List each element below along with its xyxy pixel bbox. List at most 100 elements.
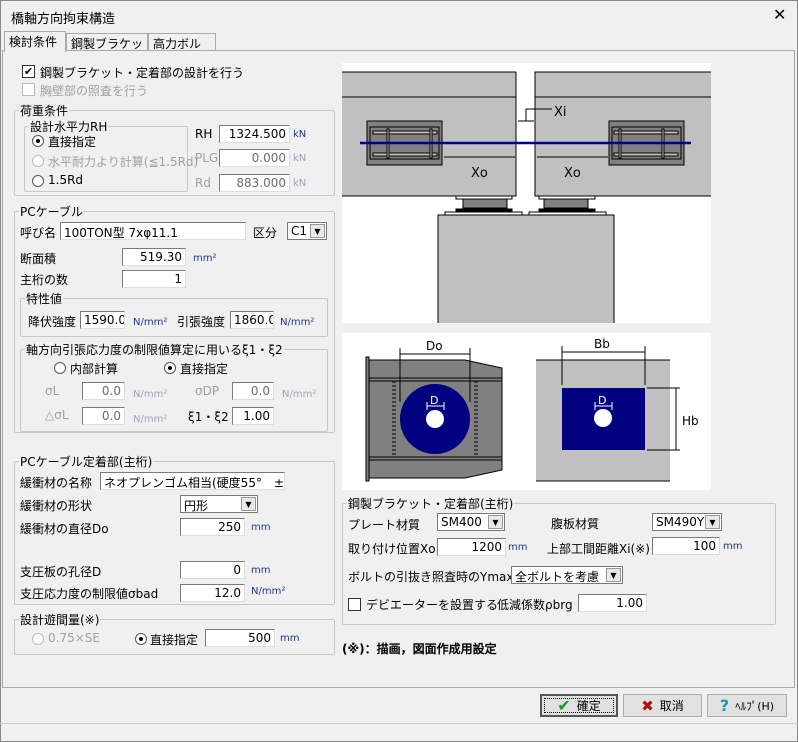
- web-select[interactable]: SM490Y ▼: [652, 513, 722, 531]
- xi-group-title: 軸方向引張応力度の制限値算定に用いるξ1・ξ2: [25, 341, 284, 358]
- design-bracket-label: 鋼製ブラケット・定着部の設計を行う: [40, 66, 245, 80]
- ymax-select[interactable]: 全ボルトを考慮 ▼: [511, 566, 623, 584]
- help-button[interactable]: ? ﾍﾙﾌﾟ(H): [707, 694, 787, 717]
- cable-name-input[interactable]: 100TON型 7xφ11.1: [60, 222, 246, 240]
- load-group-title: 荷重条件: [19, 102, 70, 119]
- rh-capacity-radio[interactable]: [32, 155, 44, 167]
- rho-input[interactable]: 1.00: [578, 594, 647, 612]
- internal-calc-radio[interactable]: [54, 362, 66, 374]
- plg-unit: kN: [293, 153, 307, 164]
- do-unit: mm: [251, 522, 271, 533]
- window-title: 橋軸方向拘束構造: [11, 12, 116, 27]
- tab-hs-bolt[interactable]: 高力ボルト: [148, 33, 216, 68]
- rh-input[interactable]: 1324.500: [219, 125, 290, 143]
- d-label-left: D: [430, 394, 438, 407]
- deviator-label: デビエーターを設置する: [366, 598, 499, 612]
- tensile-unit: N/mm²: [280, 317, 315, 328]
- plate-label: プレート材質: [348, 518, 421, 532]
- hole-unit: mm: [251, 565, 271, 576]
- xi-label-diagram: Xi: [554, 105, 567, 120]
- anchor-title: PCケーブル定着部(主桁): [19, 453, 154, 470]
- bb-label: Bb: [594, 337, 610, 351]
- gap-direct-radio[interactable]: [135, 633, 147, 645]
- pier: [437, 214, 615, 323]
- tab-steel-bracket[interactable]: 鋼製ブラケット: [66, 33, 148, 68]
- rd-input[interactable]: 883.000: [219, 174, 290, 192]
- deviator-checkbox[interactable]: [348, 598, 361, 611]
- check-parapet-checkbox[interactable]: [22, 83, 35, 96]
- gap-direct-label: 直接指定: [150, 633, 199, 647]
- chevron-down-icon: ▼: [310, 224, 325, 238]
- design-bracket-checkbox[interactable]: ✔: [22, 65, 35, 78]
- yield-unit: N/mm²: [133, 317, 168, 328]
- do-input[interactable]: 250: [180, 518, 245, 536]
- status-divider: [0, 723, 798, 724]
- xo-left-label: Xo: [471, 166, 488, 181]
- sbad-label: 支圧応力度の制限値σbad: [20, 587, 159, 601]
- xi-direct-label: 直接指定: [180, 362, 229, 376]
- dsigma-l-unit: N/mm²: [133, 414, 168, 425]
- yield-label: 降伏強度: [28, 315, 77, 329]
- yield-input[interactable]: 1590.0: [80, 311, 125, 329]
- sigma-l-input[interactable]: 0.0: [82, 382, 125, 400]
- plate-select[interactable]: SM400 ▼: [437, 513, 505, 531]
- tensile-input[interactable]: 1860.0: [230, 311, 274, 329]
- cushion-name-input[interactable]: ネオプレンゴム相当(硬度55° ±5°: [100, 472, 285, 490]
- sigma-dp-input[interactable]: 0.0: [232, 382, 274, 400]
- do-label: 緩衝材の直径Do: [20, 522, 109, 536]
- sigma-dp-label: σDP: [195, 384, 220, 398]
- plg-input[interactable]: 0.000: [219, 149, 290, 167]
- sigma-dp-unit: N/mm²: [282, 389, 317, 400]
- class-select[interactable]: C1 ▼: [287, 222, 327, 240]
- check-icon: ✔: [557, 696, 571, 715]
- close-icon[interactable]: ✕: [773, 5, 786, 24]
- internal-calc-label: 内部計算: [70, 362, 119, 376]
- xi-dist-input[interactable]: 100: [652, 537, 720, 555]
- rho-label: 低減係数ρbrg: [497, 598, 573, 612]
- gap-title: 設計遊間量(※): [19, 611, 101, 628]
- bracket-title: 鋼製ブラケット・定着部(主桁): [347, 495, 515, 512]
- rh-direct-radio[interactable]: [32, 135, 44, 147]
- ymax-label: ボルトの引抜き照査時のYmax: [348, 570, 514, 584]
- gap-input[interactable]: 500: [205, 629, 275, 647]
- shape-select[interactable]: 円形 ▼: [180, 495, 258, 513]
- xi-input[interactable]: 1.00: [232, 407, 274, 425]
- cancel-button[interactable]: ✖ 取消: [623, 694, 702, 717]
- xi-direct-radio[interactable]: [164, 362, 176, 374]
- sbad-input[interactable]: 12.0: [180, 584, 245, 602]
- ok-button[interactable]: ✔ 確定: [540, 694, 618, 717]
- xo-unit: mm: [508, 542, 528, 553]
- area-input[interactable]: 519.30: [122, 248, 186, 266]
- hole-label: 支圧板の孔径D: [20, 565, 102, 579]
- do-label-diagram: Do: [426, 339, 443, 353]
- anchor-plate-diagram: D Do D Bb Hb: [342, 333, 711, 490]
- gap-se-radio[interactable]: [32, 633, 44, 645]
- rh-capacity-label: 水平耐力より計算(≦1.5Rd): [48, 155, 199, 169]
- x-icon: ✖: [641, 696, 654, 715]
- cushion-name-label: 緩衝材の名称: [20, 476, 93, 490]
- tensile-label: 引張強度: [177, 315, 226, 329]
- chevron-down-icon: ▼: [488, 515, 503, 529]
- rd-unit: kN: [293, 178, 307, 189]
- xo-input[interactable]: 1200: [437, 538, 506, 556]
- area-label: 断面積: [20, 252, 57, 266]
- sbad-unit: N/mm²: [251, 586, 286, 597]
- xi-dist-unit: mm: [723, 541, 743, 552]
- rh-15rd-label: 1.5Rd: [48, 173, 84, 187]
- sigma-l-label: σL: [45, 384, 60, 398]
- dsigma-l-input[interactable]: 0.0: [82, 407, 125, 425]
- chevron-down-icon: ▼: [705, 515, 720, 529]
- xi-label: ξ1・ξ2: [188, 410, 229, 424]
- tab-conditions[interactable]: 検討条件: [4, 31, 66, 52]
- rh-label: RH: [195, 127, 213, 141]
- xo-label: 取り付け位置Xo: [348, 542, 436, 556]
- hole-input[interactable]: 0: [180, 561, 245, 579]
- girder-elevation-diagram: Xo Xo Xi: [342, 63, 711, 323]
- girders-input[interactable]: 1: [122, 270, 186, 288]
- rd-label: Rd: [195, 176, 211, 190]
- dsigma-l-label: △σL: [45, 408, 69, 422]
- chevron-down-icon: ▼: [241, 497, 256, 511]
- rh-15rd-radio[interactable]: [32, 175, 44, 187]
- web-label: 腹板材質: [551, 517, 600, 531]
- rh-direct-label: 直接指定: [48, 135, 97, 149]
